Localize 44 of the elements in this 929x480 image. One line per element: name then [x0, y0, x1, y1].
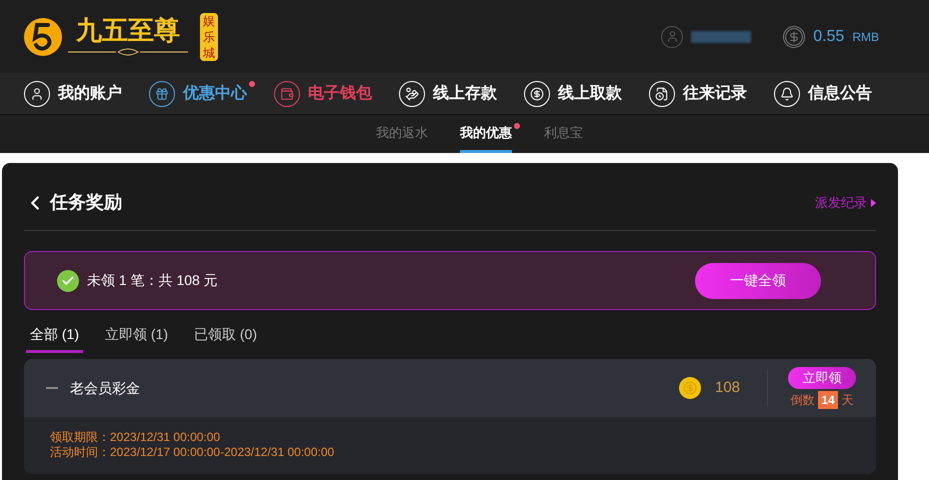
- currency: RMB: [852, 28, 879, 46]
- filter-tab[interactable]: 立即领 (1): [101, 324, 172, 353]
- task-title: 老会员彩金: [70, 378, 140, 398]
- logo-icon: [22, 16, 64, 58]
- countdown-label: 倒数: [790, 392, 814, 409]
- hand-coins-icon: [399, 80, 425, 106]
- brand-badge: 娱乐城: [200, 12, 218, 60]
- dollar-icon: [783, 26, 806, 48]
- brand-name: 九五至尊: [76, 18, 180, 44]
- history-link[interactable]: 派发纪录: [815, 192, 876, 212]
- nav-item[interactable]: 电子钱包: [274, 80, 372, 106]
- countdown-unit: 天: [842, 392, 854, 409]
- clock-document-icon: [649, 80, 675, 106]
- gift-icon: [149, 80, 175, 106]
- caret-icon: [871, 198, 876, 206]
- masked-name: [691, 30, 752, 42]
- countdown-days: 14: [818, 391, 838, 409]
- check-icon: [57, 270, 79, 292]
- coin-icon: [679, 377, 701, 399]
- claim-deadline: 领取期限：2023/12/31 00:00:00: [50, 430, 222, 445]
- wallet-icon: [274, 80, 300, 106]
- balance: 0.55: [813, 26, 844, 46]
- nav-item[interactable]: 线上存款: [399, 80, 497, 106]
- dollar-icon: [524, 80, 550, 106]
- nav-item[interactable]: 我的账户: [24, 80, 122, 106]
- reward-amount: 108: [715, 378, 742, 398]
- summary-text: 未领 1 笔：共 108 元: [87, 271, 218, 290]
- claim-button[interactable]: 立即领: [788, 367, 856, 389]
- nav-item[interactable]: 优惠中心: [149, 80, 247, 106]
- nav-item[interactable]: 线上取款: [524, 80, 622, 106]
- user-icon: [24, 80, 50, 106]
- nav-item[interactable]: 往来记录: [649, 80, 747, 106]
- filter-tab[interactable]: 已领取 (0): [190, 324, 261, 353]
- back-link[interactable]: 任务奖励: [24, 189, 122, 216]
- activity-period: 活动时间：2023/12/17 00:00:00-2023/12/31 00:00:00: [50, 445, 336, 460]
- filter-tab[interactable]: 全部 (1): [26, 324, 83, 353]
- sub-tab[interactable]: 利息宝: [544, 115, 583, 153]
- sub-tab[interactable]: 我的优惠: [460, 115, 512, 153]
- nav-item[interactable]: 信息公告: [774, 80, 872, 106]
- ornament-icon: [68, 48, 188, 56]
- claim-all-button[interactable]: 一键全领: [695, 262, 821, 298]
- user-icon: [661, 26, 684, 48]
- sub-tab[interactable]: 我的返水: [376, 115, 428, 153]
- bell-icon: [774, 80, 800, 106]
